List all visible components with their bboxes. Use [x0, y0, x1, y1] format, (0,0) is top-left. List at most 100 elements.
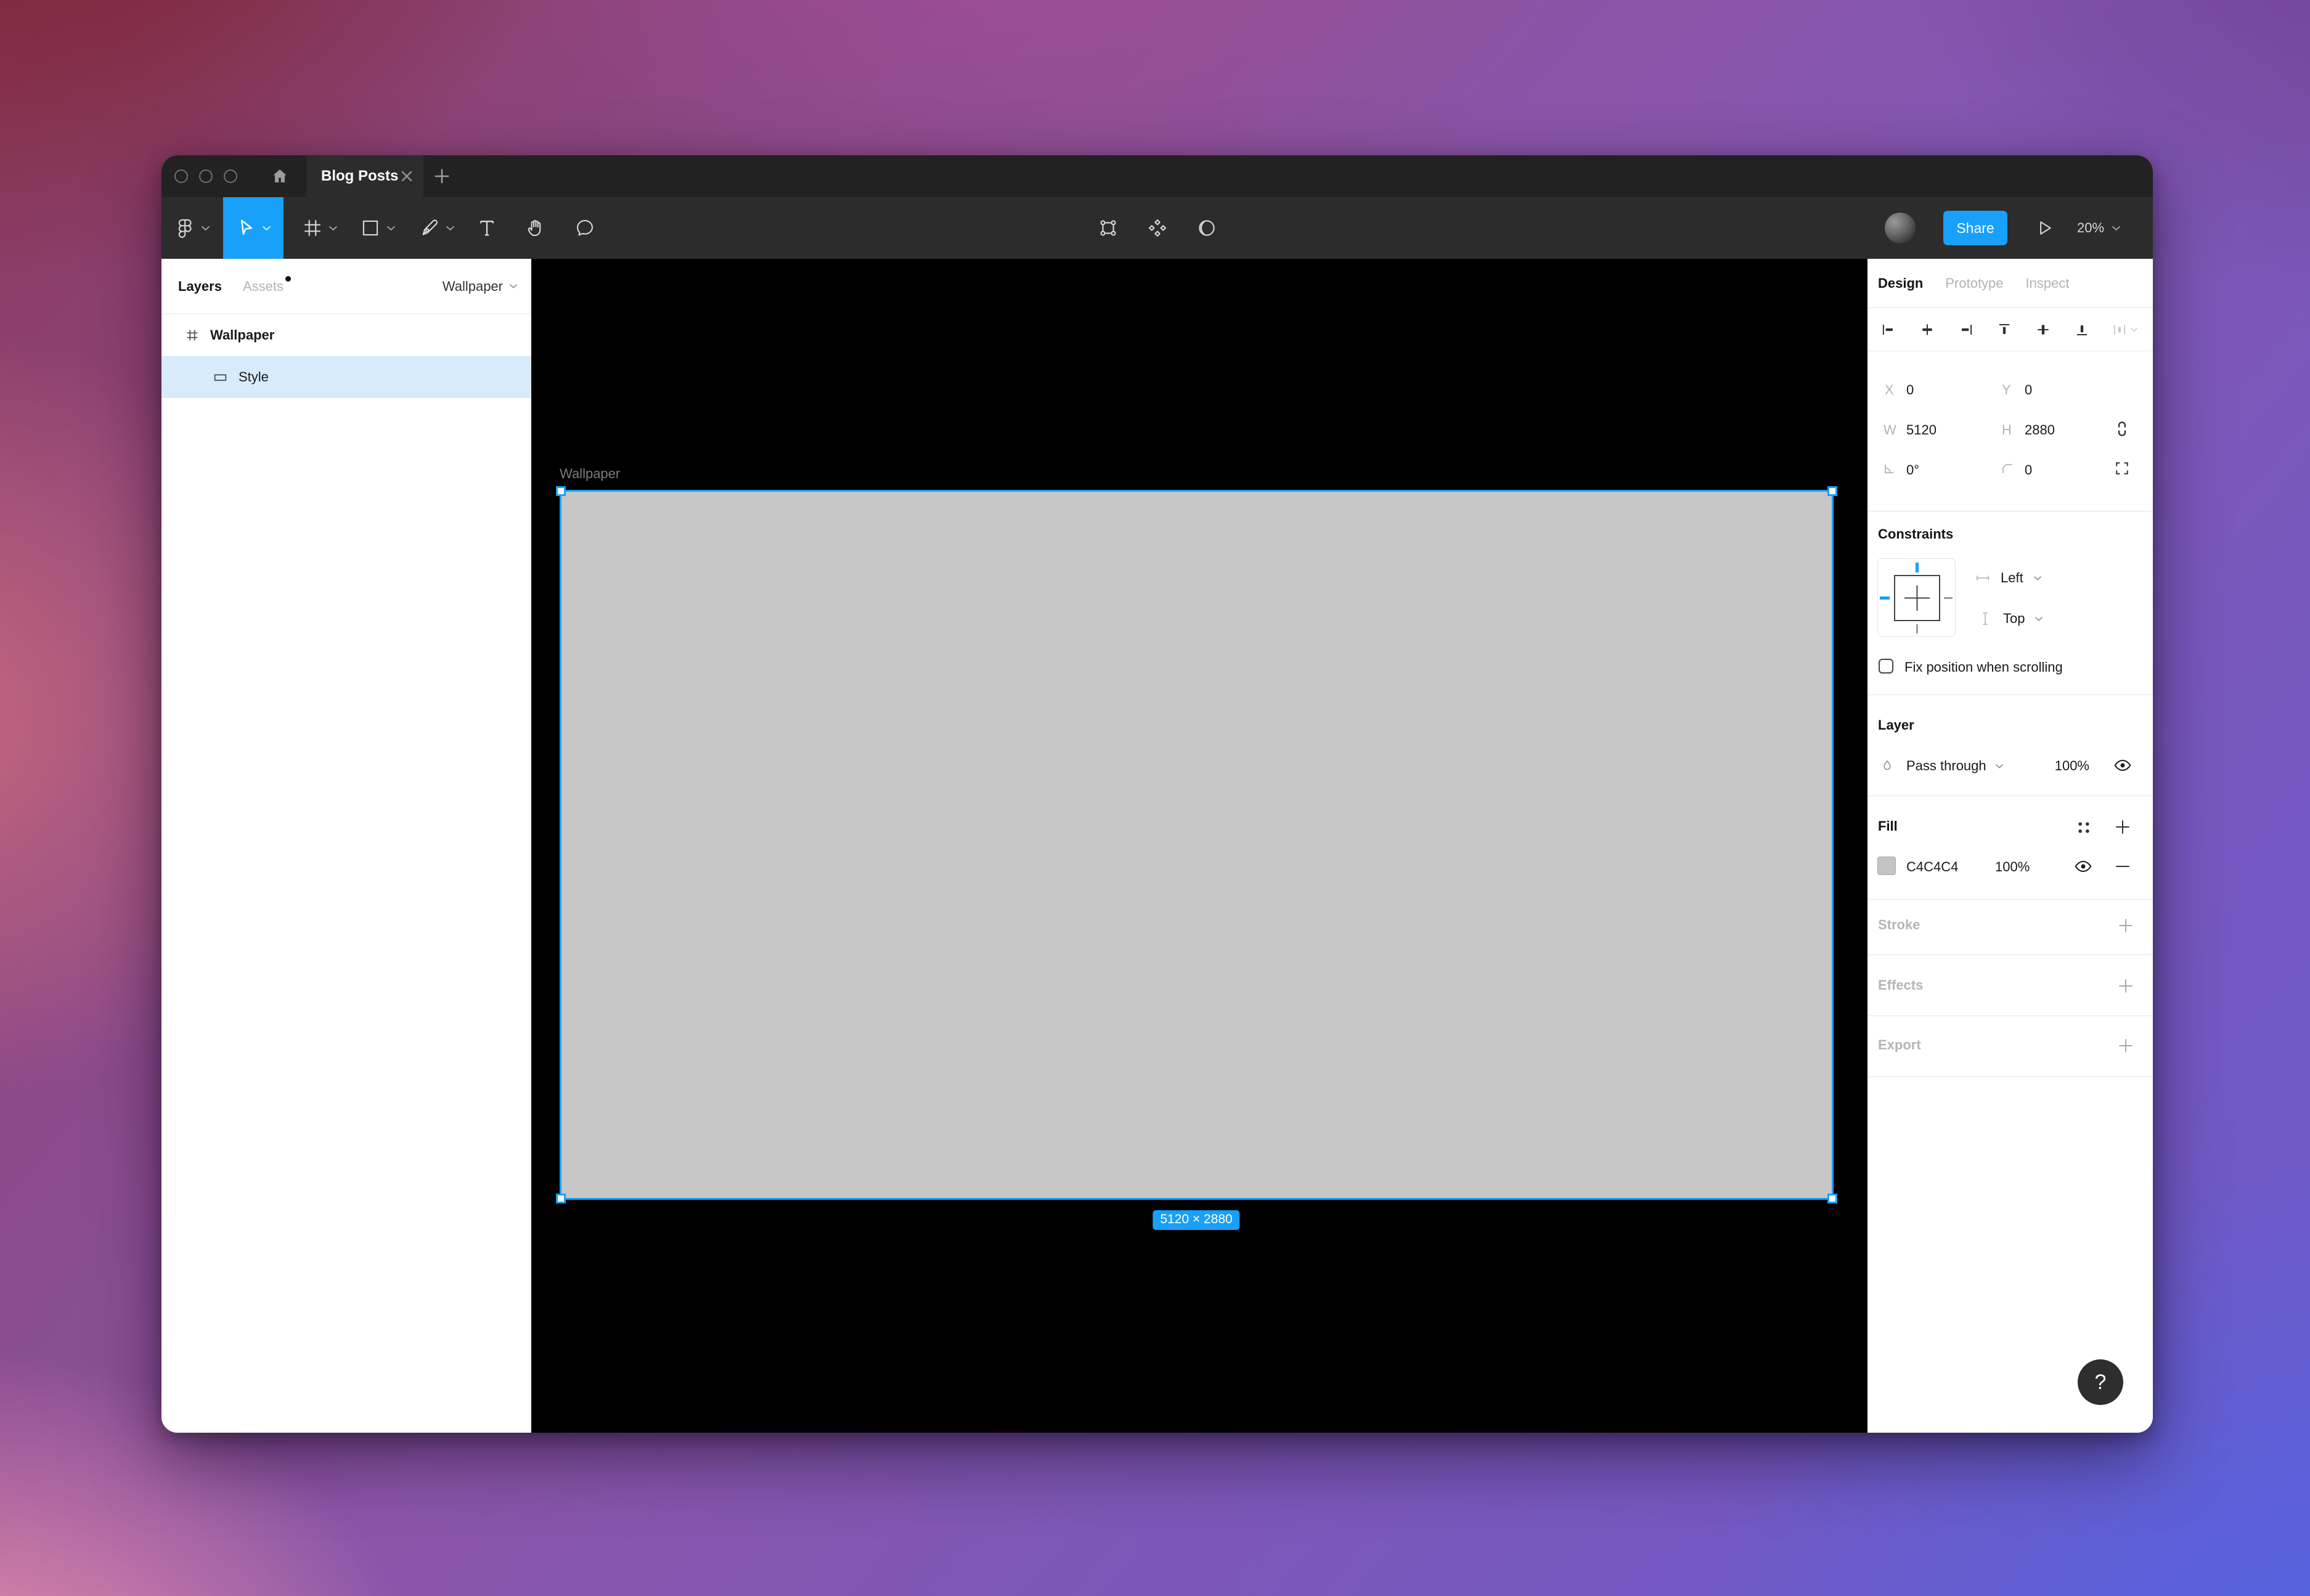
desktop-background: Blog Posts: [0, 0, 2310, 1596]
layer-visibility-eye-icon[interactable]: [2113, 755, 2132, 775]
text-tool-button[interactable]: [470, 197, 504, 259]
distribute-button[interactable]: [2106, 315, 2144, 344]
hand-tool-button[interactable]: [518, 197, 553, 259]
constraint-left-tick[interactable]: [1880, 596, 1890, 600]
stroke-section: Stroke: [1867, 900, 2153, 955]
shape-tool-button[interactable]: [351, 197, 404, 259]
horizontal-constraint-dropdown[interactable]: Left: [1975, 566, 2042, 590]
main-content: Layers Assets Wallpaper: [161, 259, 2153, 1433]
add-stroke-icon[interactable]: [2113, 913, 2138, 938]
tab-blog-posts[interactable]: Blog Posts: [306, 155, 423, 197]
selected-frame[interactable]: [560, 490, 1834, 1200]
selection-handle-bottom-left[interactable]: [556, 1194, 566, 1203]
pen-tool-button[interactable]: [410, 197, 463, 259]
present-button[interactable]: [2028, 197, 2062, 259]
main-menu-button[interactable]: [168, 197, 217, 259]
chevron-down-icon: [1995, 763, 2004, 769]
export-section: Export: [1867, 1016, 2153, 1077]
constraint-bottom-tick[interactable]: [1916, 624, 1918, 633]
align-vertical-centers-button[interactable]: [2028, 315, 2058, 344]
vertical-constraint-value: Top: [2003, 611, 2025, 627]
fill-hex-input[interactable]: C4C4C4: [1906, 859, 1958, 875]
stroke-section-title: Stroke: [1878, 917, 1920, 933]
frame-tool-button[interactable]: [293, 197, 346, 259]
fill-opacity-input[interactable]: 100%: [1995, 859, 2030, 875]
home-icon[interactable]: [267, 164, 292, 189]
vertical-constraint-dropdown[interactable]: Top: [1977, 606, 2043, 631]
horizontal-constraint-value: Left: [2001, 570, 2023, 586]
layers-panel-header: Layers Assets Wallpaper: [161, 259, 531, 314]
add-fill-icon[interactable]: [2113, 817, 2132, 837]
layer-name: Wallpaper: [210, 327, 274, 343]
page-selector[interactable]: Wallpaper: [443, 279, 518, 295]
align-top-button[interactable]: [1990, 315, 2019, 344]
constrain-proportions-icon[interactable]: [2111, 418, 2133, 440]
new-tab-icon[interactable]: [428, 164, 455, 189]
fill-visibility-eye-icon[interactable]: [2073, 857, 2093, 876]
close-tab-icon[interactable]: [400, 169, 414, 183]
zoom-level-control[interactable]: 20%: [2077, 197, 2121, 259]
edit-object-icon: [1098, 218, 1119, 238]
tab-prototype[interactable]: Prototype: [1945, 275, 2003, 291]
create-component-button[interactable]: [1140, 197, 1175, 259]
tab-inspect[interactable]: Inspect: [2026, 275, 2070, 291]
align-bottom-button[interactable]: [2067, 315, 2097, 344]
y-input[interactable]: 0: [2025, 382, 2032, 398]
align-left-button[interactable]: [1874, 315, 1903, 344]
corner-radius-input[interactable]: 0: [2025, 462, 2032, 478]
fill-styles-icon[interactable]: [2075, 818, 2093, 837]
move-tool-button[interactable]: [223, 197, 284, 259]
export-section-title: Export: [1878, 1037, 1921, 1053]
layer-opacity-input[interactable]: 100%: [2052, 758, 2089, 774]
traffic-light-close[interactable]: [174, 169, 188, 183]
properties-tabs: Design Prototype Inspect: [1867, 259, 2153, 308]
use-as-mask-button[interactable]: [1190, 197, 1224, 259]
chevron-down-icon: [2033, 576, 2042, 581]
canvas[interactable]: Wallpaper 5120 × 2880: [531, 259, 1867, 1433]
width-input[interactable]: 5120: [1906, 422, 1937, 438]
frame-label[interactable]: Wallpaper: [560, 466, 620, 482]
rotation-input[interactable]: 0°: [1906, 462, 1919, 478]
constraints-widget[interactable]: [1877, 558, 1956, 637]
constraint-top-tick[interactable]: [1916, 563, 1919, 572]
align-right-button[interactable]: [1951, 315, 1981, 344]
chevron-down-icon: [2112, 226, 2121, 231]
alignment-row: [1867, 308, 2153, 351]
x-input[interactable]: 0: [1906, 382, 1914, 398]
share-button[interactable]: Share: [1943, 211, 2007, 245]
toolbar: Share 20%: [161, 197, 2153, 259]
remove-fill-icon[interactable]: [2113, 857, 2132, 876]
chevron-down-icon: [509, 283, 518, 289]
tab-layers[interactable]: Layers: [178, 279, 222, 295]
height-input[interactable]: 2880: [2025, 422, 2055, 438]
layer-row-style[interactable]: Style: [161, 356, 531, 398]
layer-row-wallpaper[interactable]: Wallpaper: [161, 314, 531, 356]
selection-handle-bottom-right[interactable]: [1827, 1194, 1837, 1203]
corner-radius-icon: [1999, 461, 2015, 477]
layer-name: Style: [239, 369, 269, 385]
help-button[interactable]: ?: [2078, 1359, 2123, 1405]
align-horizontal-centers-button[interactable]: [1912, 315, 1942, 344]
fix-position-checkbox[interactable]: [1879, 659, 1893, 674]
blend-mode-value[interactable]: Pass through: [1906, 758, 1986, 774]
blend-mode-icon[interactable]: [1880, 759, 1895, 773]
fill-color-swatch[interactable]: [1877, 857, 1896, 875]
constraint-right-tick[interactable]: [1944, 597, 1953, 599]
user-avatar[interactable]: [1885, 213, 1916, 243]
figma-window: Blog Posts: [161, 155, 2153, 1433]
tab-design[interactable]: Design: [1878, 275, 1923, 291]
selection-handle-top-left[interactable]: [556, 486, 566, 496]
independent-corners-icon[interactable]: [2113, 459, 2131, 478]
traffic-light-minimize[interactable]: [199, 169, 213, 183]
traffic-light-zoom[interactable]: [224, 169, 237, 183]
selection-handle-top-right[interactable]: [1827, 486, 1837, 496]
y-label: Y: [2002, 382, 2011, 398]
selection-size-badge: 5120 × 2880: [1153, 1210, 1239, 1230]
blend-mode-row: Pass through: [1880, 752, 2004, 780]
tab-assets[interactable]: Assets: [243, 279, 284, 295]
add-export-icon[interactable]: [2113, 1033, 2138, 1058]
fill-section: Fill C4C4C4 100%: [1867, 796, 2153, 900]
comment-tool-button[interactable]: [568, 197, 602, 259]
add-effect-icon[interactable]: [2113, 974, 2138, 998]
edit-object-button[interactable]: [1091, 197, 1125, 259]
